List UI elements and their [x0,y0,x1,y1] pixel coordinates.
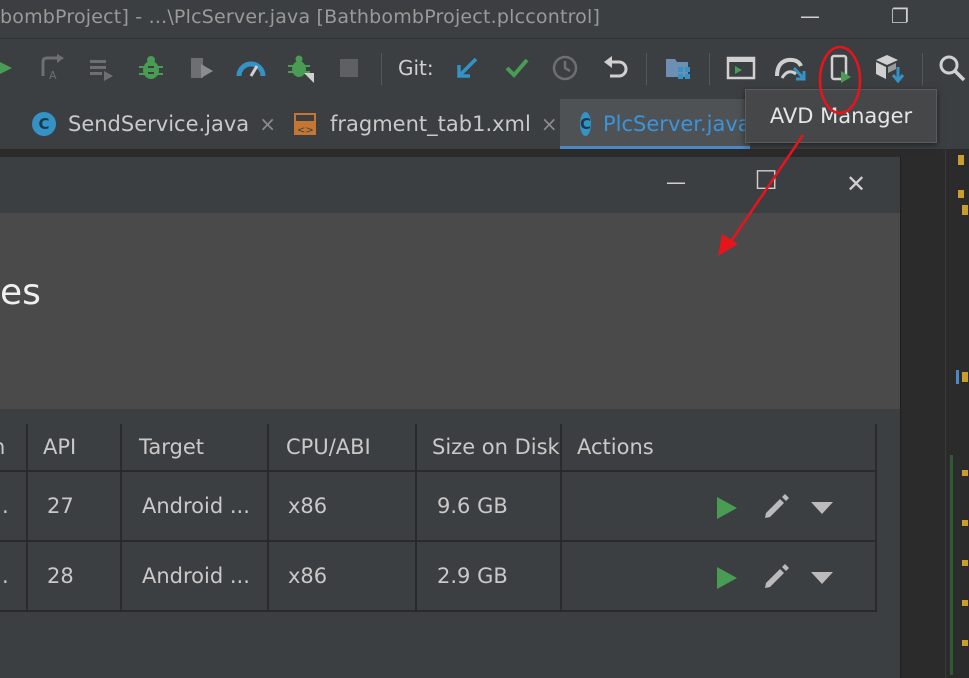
annotation-circle [818,45,862,115]
annotation-arrow-line [728,134,805,244]
annotation-overlay [718,45,862,256]
